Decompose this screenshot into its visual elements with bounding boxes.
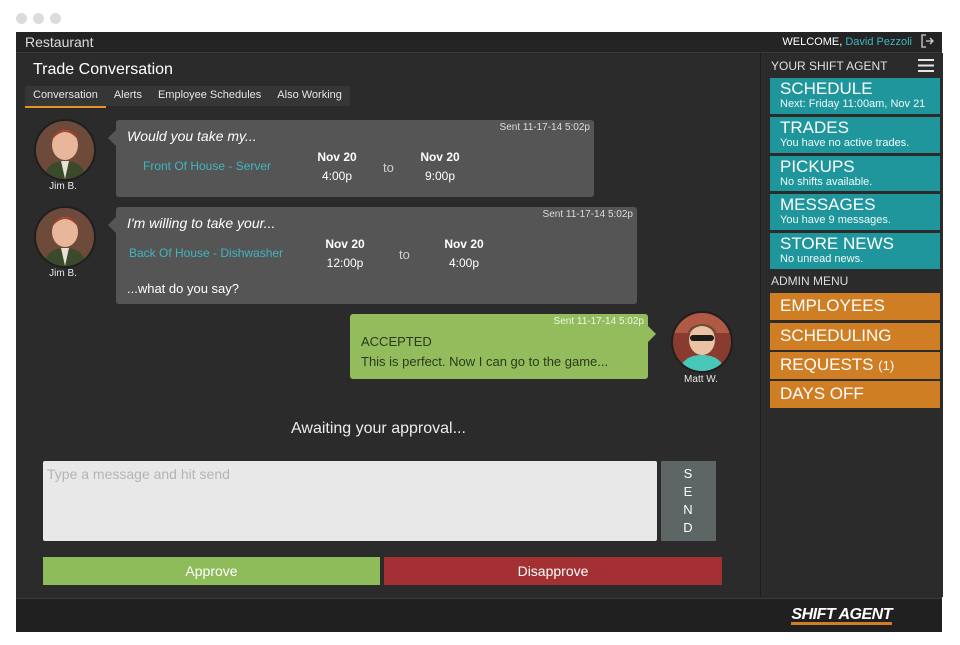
sidebar-item-schedule[interactable]: SCHEDULE Next: Friday 11:00am, Nov 21 — [770, 78, 940, 114]
admin-item-employees[interactable]: EMPLOYEES — [770, 293, 940, 320]
status-text: Awaiting your approval... — [291, 420, 466, 437]
page-title: Trade Conversation — [33, 61, 173, 78]
message-bubble: Sent 11-17-14 5:02p I'm willing to take … — [108, 207, 637, 304]
window-dot — [16, 13, 27, 24]
sidebar-item-messages[interactable]: MESSAGES You have 9 messages. — [770, 194, 940, 230]
admin-menu-heading: ADMIN MENU — [771, 274, 849, 288]
admin-item-days-off[interactable]: DAYS OFF — [770, 381, 940, 408]
top-bar: Restaurant WELCOME, David Pezzoli — [16, 32, 942, 53]
hamburger-menu-icon[interactable] — [918, 59, 934, 72]
sidebar: YOUR SHIFT AGENT SCHEDULE Next: Friday 1… — [760, 53, 943, 597]
sent-timestamp: Sent 11-17-14 5:02p — [499, 122, 590, 133]
admin-item-label: REQUESTS — [780, 355, 874, 374]
sidebar-item-trades[interactable]: TRADES You have no active trades. — [770, 117, 940, 153]
request-count-badge: (1) — [878, 358, 895, 373]
sidebar-item-store-news[interactable]: STORE NEWS No unread news. — [770, 233, 940, 269]
author-name: Jim B. — [49, 181, 77, 192]
window-controls — [16, 13, 61, 24]
disapprove-button[interactable]: Disapprove — [384, 557, 722, 585]
person-photo-icon — [36, 121, 94, 179]
shift-link[interactable]: Back Of House - Dishwasher — [129, 246, 283, 260]
reply-text: This is perfect. Now I can go to the gam… — [361, 354, 609, 369]
welcome-label: WELCOME, — [782, 36, 843, 48]
to-label: to — [383, 160, 394, 175]
window-dot — [33, 13, 44, 24]
admin-item-label-wrap: REQUESTS (1) — [780, 355, 894, 375]
person-photo-icon — [673, 313, 731, 371]
avatar — [34, 206, 96, 268]
message-text: I'm willing to take your... — [127, 215, 276, 231]
footer: SHIFT AGENT — [16, 598, 942, 632]
sidebar-item-title: SCHEDULE — [780, 79, 873, 98]
send-letter: D — [683, 520, 694, 535]
tab-alerts[interactable]: Alerts — [106, 86, 150, 106]
app-window: Restaurant WELCOME, David Pezzoli Trade … — [16, 32, 943, 632]
sidebar-item-subtitle: You have no active trades. — [780, 137, 910, 149]
from-date: Nov 20 — [317, 150, 357, 164]
admin-item-scheduling[interactable]: SCHEDULING — [770, 323, 940, 350]
user-name[interactable]: David Pezzoli — [845, 36, 912, 48]
sidebar-item-title: TRADES — [780, 118, 849, 137]
admin-item-label: DAYS OFF — [780, 384, 864, 403]
shift-link[interactable]: Front Of House - Server — [143, 159, 271, 173]
followup-text: ...what do you say? — [127, 281, 240, 296]
author-name: Matt W. — [684, 374, 718, 385]
avatar — [34, 119, 96, 181]
logo-text: SHIFT AGENT — [791, 606, 892, 623]
message-input[interactable] — [43, 461, 657, 541]
tab-employee-schedules[interactable]: Employee Schedules — [150, 86, 269, 106]
to-time: 9:00p — [424, 169, 456, 183]
sent-timestamp: Sent 11-17-14 5:02p — [553, 316, 644, 327]
from-time: 4:00p — [321, 169, 353, 183]
sidebar-heading: YOUR SHIFT AGENT — [771, 59, 888, 73]
app-title: Restaurant — [25, 34, 94, 50]
send-letter: E — [683, 484, 694, 499]
to-date: Nov 20 — [444, 237, 484, 251]
sidebar-item-title: STORE NEWS — [780, 234, 894, 253]
bubble-tail — [108, 130, 116, 146]
window-dot — [50, 13, 61, 24]
to-label: to — [399, 247, 410, 262]
accepted-status: ACCEPTED — [361, 334, 432, 349]
welcome-text: WELCOME, David Pezzoli — [782, 36, 912, 48]
logout-icon[interactable] — [921, 34, 935, 48]
message-text: Would you take my... — [127, 128, 257, 144]
sidebar-item-pickups[interactable]: PICKUPS No shifts available. — [770, 156, 940, 191]
tab-also-working[interactable]: Also Working — [269, 86, 350, 106]
sidebar-item-title: MESSAGES — [780, 195, 876, 214]
tab-bar: Conversation Alerts Employee Schedules A… — [25, 86, 350, 108]
sidebar-item-subtitle: You have 9 messages. — [780, 214, 891, 226]
sidebar-item-title: PICKUPS — [780, 157, 855, 176]
to-time: 4:00p — [448, 256, 480, 270]
approve-button[interactable]: Approve — [43, 557, 380, 585]
send-letter: S — [683, 466, 694, 481]
main-panel: Trade Conversation Conversation Alerts E… — [16, 53, 760, 597]
author-name: Jim B. — [49, 268, 77, 279]
message-bubble: Sent 11-17-14 5:02p Would you take my...… — [108, 120, 594, 197]
shift-agent-logo: SHIFT AGENT — [791, 606, 892, 625]
admin-item-requests[interactable]: REQUESTS (1) — [770, 352, 940, 379]
send-letter: N — [683, 502, 694, 517]
bubble-tail — [648, 326, 656, 342]
admin-item-label: EMPLOYEES — [780, 296, 885, 315]
sent-timestamp: Sent 11-17-14 5:02p — [542, 209, 633, 220]
bubble-tail — [108, 217, 116, 233]
person-photo-icon — [36, 208, 94, 266]
from-date: Nov 20 — [325, 237, 365, 251]
sidebar-item-subtitle: No shifts available. — [780, 176, 873, 188]
tab-conversation[interactable]: Conversation — [25, 86, 106, 108]
to-date: Nov 20 — [420, 150, 460, 164]
reply-bubble: Sent 11-17-14 5:02p ACCEPTED This is per… — [350, 314, 656, 379]
sidebar-item-subtitle: No unread news. — [780, 253, 864, 265]
avatar — [671, 311, 733, 373]
send-button[interactable]: S E N D — [661, 461, 716, 541]
sidebar-item-subtitle: Next: Friday 11:00am, Nov 21 — [780, 98, 926, 110]
from-time: 12:00p — [326, 256, 364, 270]
admin-item-label: SCHEDULING — [780, 326, 892, 345]
